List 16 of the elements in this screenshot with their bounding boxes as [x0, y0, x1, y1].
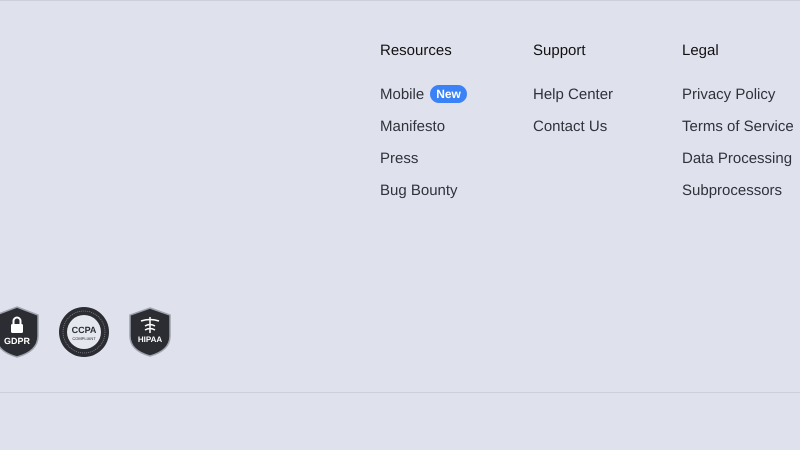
footer-link[interactable]: Data Processing — [682, 150, 792, 166]
footer-link[interactable]: Help Center — [533, 86, 614, 102]
footer-link[interactable]: Mobile — [380, 86, 424, 102]
footer-link[interactable]: Bug Bounty — [380, 182, 458, 198]
footer-link[interactable]: Manifesto — [380, 118, 446, 134]
column-heading: Resources — [380, 42, 453, 61]
footer-link[interactable]: Privacy Policy — [682, 86, 776, 102]
new-tag: New — [430, 85, 467, 103]
column-heading: Legal — [682, 42, 720, 61]
hipaa-shield-icon: HIPAA — [128, 307, 172, 357]
footer-link[interactable]: Terms of Service — [682, 118, 794, 134]
footer-link[interactable]: Press — [380, 150, 418, 166]
gdpr-shield-icon: GDPR — [0, 306, 40, 358]
footer-link[interactable]: Subprocessors — [682, 182, 782, 198]
footer-link[interactable]: Contact Us — [533, 118, 608, 134]
column-heading: Support — [533, 42, 587, 61]
